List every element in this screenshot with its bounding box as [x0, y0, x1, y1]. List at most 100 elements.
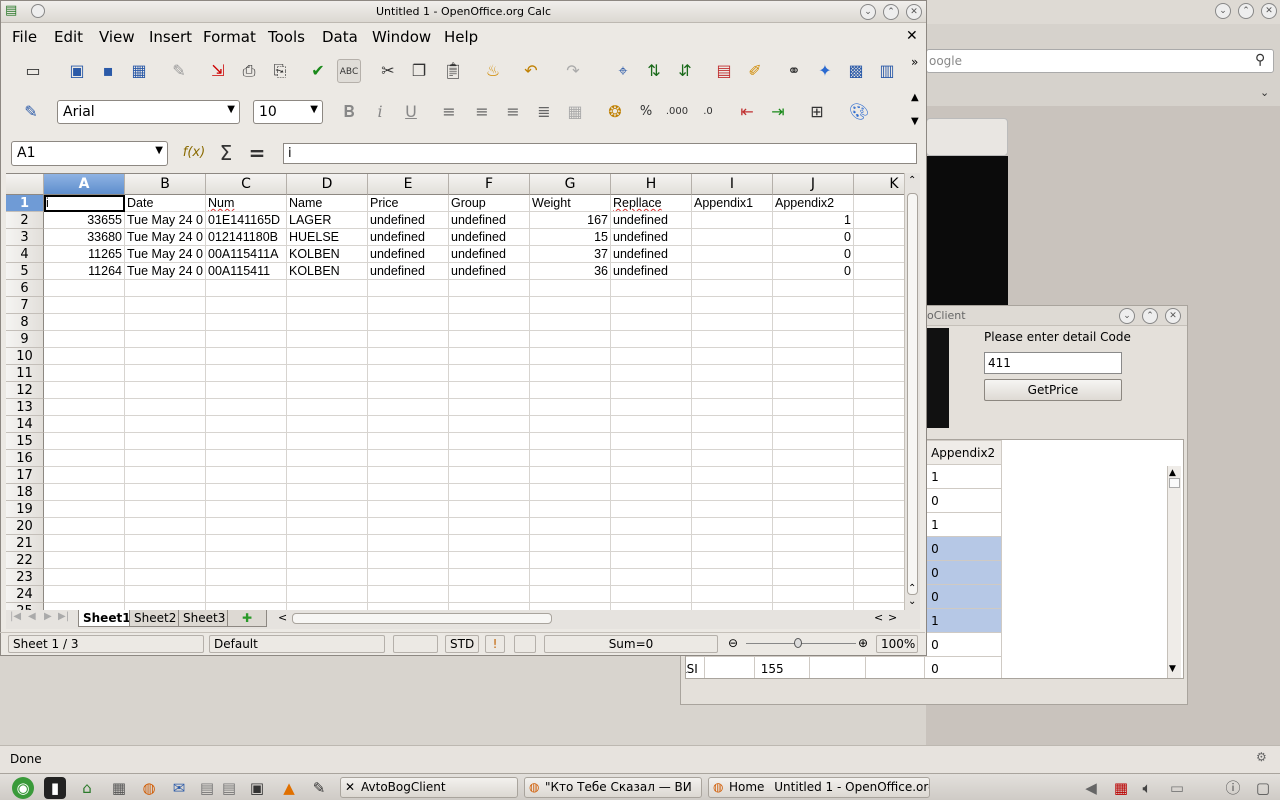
cell[interactable]: 01E141165D — [206, 212, 287, 229]
add-decimal-icon[interactable]: .000 — [665, 100, 689, 124]
menu-file[interactable]: File — [12, 28, 37, 46]
cell[interactable]: Date — [125, 195, 206, 212]
menu-data[interactable]: Data — [322, 28, 358, 46]
cell[interactable] — [287, 280, 368, 297]
row-header[interactable]: 20 — [6, 518, 44, 535]
cell[interactable] — [611, 484, 692, 501]
cell[interactable] — [449, 280, 530, 297]
cell[interactable] — [854, 212, 904, 229]
cell[interactable] — [287, 433, 368, 450]
italic-icon[interactable]: i — [368, 100, 392, 124]
cell[interactable] — [368, 382, 449, 399]
cell[interactable] — [206, 297, 287, 314]
cell[interactable]: 33655 — [44, 212, 125, 229]
delete-decimal-icon[interactable]: .0 — [696, 100, 720, 124]
cell[interactable] — [368, 501, 449, 518]
menu-view[interactable]: View — [99, 28, 135, 46]
cell[interactable] — [125, 365, 206, 382]
cell[interactable]: 37 — [530, 246, 611, 263]
cell[interactable] — [206, 399, 287, 416]
menu-edit[interactable]: Edit — [54, 28, 83, 46]
cell[interactable] — [854, 603, 904, 610]
cell[interactable] — [125, 433, 206, 450]
cell[interactable] — [44, 416, 125, 433]
cell[interactable] — [773, 433, 854, 450]
getprice-button[interactable]: GetPrice — [984, 379, 1122, 401]
cell[interactable] — [773, 314, 854, 331]
name-box[interactable]: A1 ▼ — [11, 141, 168, 166]
cell[interactable] — [530, 297, 611, 314]
file-manager-icon[interactable]: ▦ — [108, 777, 130, 799]
cell[interactable] — [44, 467, 125, 484]
row-header[interactable]: 18 — [6, 484, 44, 501]
menu-insert[interactable]: Insert — [149, 28, 192, 46]
vlc-icon[interactable]: ▲ — [278, 777, 300, 799]
cell[interactable]: 15 — [530, 229, 611, 246]
cell[interactable] — [206, 314, 287, 331]
cell[interactable] — [449, 331, 530, 348]
cell[interactable] — [530, 416, 611, 433]
cell[interactable] — [44, 382, 125, 399]
cell[interactable] — [125, 331, 206, 348]
justify-icon[interactable]: ≣ — [532, 100, 556, 124]
cell[interactable] — [773, 382, 854, 399]
scroll-thumb[interactable] — [907, 193, 918, 595]
cell[interactable] — [44, 280, 125, 297]
cell[interactable] — [287, 467, 368, 484]
cell[interactable] — [854, 331, 904, 348]
cell[interactable] — [773, 416, 854, 433]
cell[interactable] — [773, 297, 854, 314]
cell[interactable] — [773, 331, 854, 348]
close-icon[interactable]: ✕ — [1261, 3, 1277, 19]
show-draw-functions-icon[interactable]: ✐ — [743, 59, 767, 83]
first-sheet-icon[interactable]: |◀ — [10, 611, 21, 622]
close-icon[interactable]: ✕ — [906, 4, 922, 20]
cell[interactable] — [611, 331, 692, 348]
cell[interactable] — [125, 399, 206, 416]
cell[interactable]: undefined — [611, 212, 692, 229]
cell[interactable] — [44, 535, 125, 552]
row-header[interactable]: 12 — [6, 382, 44, 399]
font-name-combo[interactable]: Arial ▼ — [57, 100, 240, 124]
borders-icon[interactable]: ⊞ — [805, 100, 829, 124]
cell[interactable]: 167 — [530, 212, 611, 229]
cell[interactable] — [287, 348, 368, 365]
add-sheet-icon[interactable]: ✚ — [227, 610, 267, 627]
cell[interactable]: 11264 — [44, 263, 125, 280]
cell[interactable] — [692, 450, 773, 467]
clone-formatting-icon[interactable]: ♨ — [481, 59, 505, 83]
row-header[interactable]: 15 — [6, 433, 44, 450]
cell[interactable]: 00A115411 — [206, 263, 287, 280]
sort-ascending-icon[interactable]: ⇅ — [642, 59, 666, 83]
align-left-icon[interactable]: ≡ — [437, 100, 461, 124]
cell[interactable] — [530, 586, 611, 603]
cell[interactable]: Price — [368, 195, 449, 212]
desktop-pager-icon[interactable]: ▤ — [218, 777, 240, 799]
cell[interactable]: undefined — [368, 263, 449, 280]
currency-icon[interactable]: ❂ — [603, 100, 627, 124]
column-header[interactable]: I — [692, 174, 773, 195]
cell[interactable] — [611, 297, 692, 314]
notifications-icon[interactable]: ▢ — [1252, 777, 1274, 799]
clipboard-icon[interactable]: ▭ — [1166, 777, 1188, 799]
cell[interactable]: Tue May 24 0 — [125, 212, 206, 229]
cell[interactable] — [854, 433, 904, 450]
cell[interactable] — [692, 603, 773, 610]
cell[interactable] — [44, 433, 125, 450]
scroll-down-icon[interactable]: ⌄ — [908, 596, 916, 607]
cell[interactable] — [692, 501, 773, 518]
row-header[interactable]: 7 — [6, 297, 44, 314]
merge-cells-icon[interactable]: ▦ — [563, 100, 587, 124]
cell[interactable] — [368, 467, 449, 484]
cell[interactable]: undefined — [449, 263, 530, 280]
cell[interactable] — [530, 433, 611, 450]
cell[interactable] — [773, 535, 854, 552]
cell[interactable] — [206, 416, 287, 433]
function-wizard-icon[interactable]: f(x) — [182, 141, 206, 165]
cell[interactable] — [206, 603, 287, 610]
cell[interactable] — [854, 382, 904, 399]
cell[interactable]: Tue May 24 0 — [125, 263, 206, 280]
tab-sheet2[interactable]: Sheet2 — [129, 610, 179, 627]
cell[interactable] — [44, 569, 125, 586]
tab-sheet1[interactable]: Sheet1 — [78, 610, 131, 627]
